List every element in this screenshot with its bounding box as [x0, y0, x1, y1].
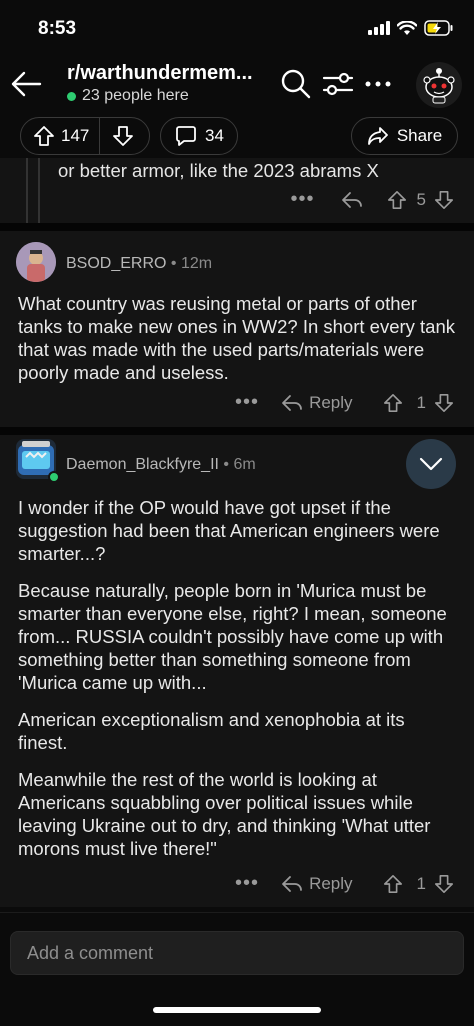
reply-arrow-icon: [282, 875, 302, 892]
comment-age: 6m: [233, 456, 256, 473]
comment-age: 12m: [180, 255, 213, 272]
reply-arrow-icon[interactable]: [341, 191, 363, 209]
online-status-dot: [48, 471, 60, 483]
comment-card: Daemon_Blackfyre_II • 6m I wonder if the…: [0, 435, 474, 907]
downvote-icon[interactable]: [434, 393, 454, 413]
comment-paragraph: What country was reusing metal or parts …: [18, 293, 455, 383]
comment-body: What country was reusing metal or parts …: [18, 292, 458, 398]
vote-divider: [99, 117, 101, 155]
reply-arrow-icon: [282, 394, 302, 411]
comment-paragraph: Meanwhile the rest of the world is looki…: [18, 769, 431, 859]
upvote-icon[interactable]: [383, 393, 403, 413]
share-button[interactable]: Share: [351, 117, 458, 155]
comment-author[interactable]: BSOD_ERRO • 12m: [66, 255, 212, 273]
comment-vote-count: 1: [416, 392, 426, 412]
arrow-left-icon: [11, 71, 42, 97]
battery-charging-icon: [424, 20, 453, 36]
user-avatar[interactable]: [416, 62, 462, 108]
downvote-icon[interactable]: [434, 874, 454, 894]
status-icons: [368, 20, 454, 36]
comment-paragraph: Because naturally, people born in 'Muric…: [18, 580, 447, 693]
comment-age-separator: •: [170, 255, 181, 272]
comment-text: or better armor, like the 2023 abrams X: [58, 160, 379, 181]
upvote-icon[interactable]: [387, 190, 407, 210]
comment-author[interactable]: Daemon_Blackfyre_II • 6m: [66, 456, 256, 474]
back-button[interactable]: [6, 62, 46, 106]
downvote-icon[interactable]: [434, 190, 454, 210]
author-name: Daemon_Blackfyre_II: [66, 456, 219, 473]
comment-separator: [0, 223, 474, 231]
comment-actions: ••• Reply 1: [235, 391, 454, 414]
thread-line: [26, 158, 28, 223]
user-avatar[interactable]: [16, 439, 60, 483]
comment-paragraph: American exceptionalism and xenophobia a…: [18, 709, 405, 753]
comment-vote-count: 1: [416, 873, 426, 893]
bsod-avatar-icon: [16, 242, 56, 282]
reply-label: Reply: [309, 873, 353, 893]
comment-separator: [0, 427, 474, 435]
vote-control: 147: [20, 117, 150, 155]
online-count: 23 people here: [82, 87, 189, 104]
collapse-thread-button[interactable]: [406, 439, 456, 489]
user-avatar[interactable]: [16, 242, 56, 282]
reply-button[interactable]: Reply: [281, 392, 353, 413]
comment-paragraph: I wonder if the OP would have got upset …: [18, 497, 440, 564]
author-name: BSOD_ERRO: [66, 255, 167, 272]
upvote-icon[interactable]: [33, 125, 55, 147]
reply-button[interactable]: Reply: [281, 873, 353, 894]
subreddit-name[interactable]: r/warthundermem...: [67, 62, 253, 85]
comment-card: BSOD_ERRO • 12m What country was reusing…: [0, 231, 474, 427]
online-indicator: 23 people here: [67, 87, 189, 105]
upvote-icon[interactable]: [383, 874, 403, 894]
online-dot-icon: [67, 91, 76, 101]
reply-label: Reply: [309, 392, 353, 412]
comment-vote-count: 5: [416, 189, 426, 209]
share-arrow-icon: [367, 127, 388, 145]
downvote-icon[interactable]: [112, 125, 134, 147]
thread-line: [38, 158, 40, 223]
sort-button[interactable]: [320, 66, 356, 102]
comments-button[interactable]: 34: [160, 117, 238, 155]
status-bar: 8:53: [0, 0, 474, 58]
subreddit-header: r/warthundermem... 23 people here: [0, 58, 474, 114]
comment-body: I wonder if the OP would have got upset …: [18, 496, 458, 874]
share-label: Share: [396, 126, 443, 145]
chevron-down-icon: [419, 457, 443, 471]
comment-actions: ••• Reply 1: [235, 872, 454, 895]
more-horizontal-icon: [365, 81, 391, 87]
comment-more-button[interactable]: •••: [235, 872, 259, 895]
snoo-avatar-icon: [423, 68, 455, 104]
comment-more-button[interactable]: •••: [291, 188, 315, 211]
comment-bubble-icon: [176, 126, 196, 146]
signal-icon: [368, 21, 390, 35]
more-options-button[interactable]: [360, 66, 396, 102]
home-indicator[interactable]: [153, 1007, 321, 1013]
comment-count: 34: [205, 126, 224, 145]
wifi-icon: [397, 20, 417, 35]
search-icon: [281, 69, 311, 99]
status-time: 8:53: [38, 18, 77, 39]
partial-comment: or better armor, like the 2023 abrams X …: [0, 158, 474, 223]
post-action-row: 147 34 Share: [0, 117, 474, 157]
comment-more-button[interactable]: •••: [235, 391, 259, 414]
search-button[interactable]: [278, 66, 314, 102]
sliders-icon: [322, 72, 354, 96]
add-comment-input[interactable]: [10, 931, 464, 975]
vote-count: 147: [61, 126, 90, 145]
comment-age-separator: •: [223, 456, 234, 473]
comment-actions: ••• 5: [291, 188, 454, 211]
